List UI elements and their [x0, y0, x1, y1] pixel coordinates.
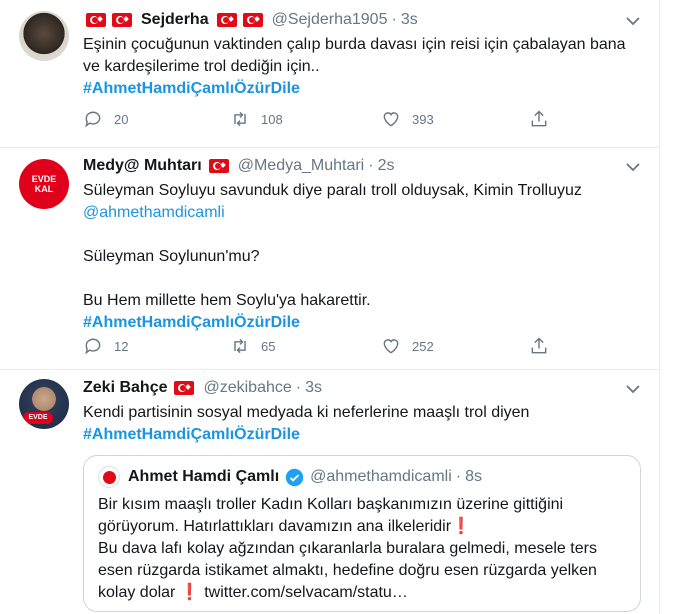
quoted-text-line: Bir kısım maaşlı troller Kadın Kolları b…: [98, 496, 564, 513]
tweet-text: Eşinin çocuğunun vaktinden çalıp burda d…: [83, 36, 631, 75]
tweet-text: Bu Hem millette hem Soylu'ya hakarettir.: [83, 292, 371, 309]
hashtag[interactable]: #AhmetHamdiÇamlıÖzürDile: [83, 312, 645, 334]
tweet-actions: 20 108 393: [83, 108, 553, 130]
tweet[interactable]: Sejderha @Sejderha1905 · 3s Eşinin çocuğ…: [0, 0, 659, 148]
retweet-icon: [234, 111, 246, 127]
quoted-tweet[interactable]: Ahmet Hamdi Çamlı @ahmethamdicamli · 8s …: [83, 455, 641, 612]
turkey-flag-icon: [174, 381, 195, 395]
display-name[interactable]: Medy@ Muhtarı: [83, 157, 202, 175]
turkey-flag-icon: [208, 159, 229, 173]
timestamp[interactable]: 3s: [305, 379, 322, 397]
quoted-text-line: kolay dolar: [98, 584, 176, 601]
quoted-tweet-text: Bir kısım maaşlı troller Kadın Kolları b…: [98, 494, 626, 604]
exclamation-icon: ❗: [179, 584, 200, 601]
reply-button[interactable]: 12: [83, 335, 128, 357]
retweet-count: 65: [261, 338, 276, 354]
timestamp[interactable]: 3s: [401, 11, 418, 29]
reply-count: 12: [114, 338, 129, 354]
reply-count: 20: [114, 111, 129, 127]
turkey-flag-icon: [86, 13, 106, 27]
tweet-header: Sejderha @Sejderha1905 · 3s: [83, 9, 645, 31]
separator-dot: ·: [368, 157, 374, 174]
timeline: Sejderha @Sejderha1905 · 3s Eşinin çocuğ…: [0, 0, 660, 614]
retweet-button[interactable]: 108: [230, 108, 283, 130]
quoted-display-name[interactable]: Ahmet Hamdi Çamlı: [128, 468, 279, 486]
handle[interactable]: @zekibahce: [203, 379, 291, 397]
like-button[interactable]: 393: [381, 108, 434, 130]
like-count: 393: [412, 111, 434, 127]
avatar[interactable]: [19, 11, 69, 61]
retweet-count: 108: [261, 111, 283, 127]
verified-badge-icon: [285, 468, 304, 486]
tweet-text: Kendi partisinin sosyal medyada ki nefer…: [83, 404, 530, 421]
tweet-header: Medy@ Muhtarı @Medya_Muhtari · 2s: [83, 155, 645, 177]
tweet-text: Süleyman Soylunun'mu?: [83, 248, 260, 265]
like-button[interactable]: 252: [381, 335, 434, 357]
handle[interactable]: @Medya_Muhtari: [238, 157, 365, 175]
share-icon: [531, 110, 547, 127]
chevron-down-icon[interactable]: [625, 381, 641, 397]
hashtag[interactable]: #AhmetHamdiÇamlıÖzürDile: [83, 78, 645, 100]
quoted-text-line: esen rüzgarda istikamet almaktı, hedefin…: [98, 562, 597, 579]
separator-dot: ·: [391, 11, 397, 28]
share-icon: [531, 337, 547, 354]
hashtag[interactable]: #AhmetHamdiÇamlıÖzürDile: [83, 424, 645, 446]
heart-icon: [383, 112, 399, 127]
quoted-handle[interactable]: @ahmethamdicamli: [310, 468, 452, 486]
avatar-label: KAL: [34, 184, 54, 194]
heart-icon: [383, 339, 399, 354]
like-count: 252: [412, 338, 434, 354]
quoted-tweet-header: Ahmet Hamdi Çamlı @ahmethamdicamli · 8s: [98, 466, 482, 488]
separator-dot: ·: [455, 468, 462, 485]
tweet-header: Zeki Bahçe @zekibahce · 3s: [83, 377, 645, 399]
retweet-icon: [234, 338, 246, 354]
separator-dot: ·: [295, 379, 302, 396]
avatar-label: EVDE: [23, 412, 53, 424]
reply-icon: [85, 111, 101, 128]
avatar-label: EVDE: [31, 174, 57, 184]
display-name[interactable]: Zeki Bahçe: [83, 379, 167, 397]
quoted-text-line: Bu dava lafı kolay ağzından çıkaranlarla…: [98, 540, 597, 557]
handle[interactable]: @Sejderha1905: [272, 11, 388, 29]
share-button[interactable]: [529, 335, 560, 357]
share-button[interactable]: [529, 108, 560, 130]
chevron-down-icon[interactable]: [625, 13, 641, 29]
chevron-down-icon[interactable]: [625, 159, 641, 175]
retweet-button[interactable]: 65: [230, 335, 275, 357]
tweet-actions: 12 65 252: [83, 335, 553, 357]
avatar[interactable]: EVDE KAL: [19, 159, 69, 209]
exclamation-icon: ❗: [451, 518, 471, 535]
turkey-flag-icon: [112, 13, 132, 27]
quoted-text-line: görüyorum. Hatırlattıkları davamızın ana…: [98, 518, 452, 535]
timestamp[interactable]: 2s: [378, 157, 395, 175]
turkey-flag-icon: [216, 13, 237, 27]
quoted-timestamp[interactable]: 8s: [465, 468, 482, 486]
display-name[interactable]: Sejderha: [141, 11, 209, 29]
turkey-flag-icon: [242, 13, 263, 27]
quoted-avatar[interactable]: [98, 466, 120, 488]
reply-button[interactable]: 20: [83, 108, 128, 130]
quoted-link[interactable]: twitter.com/selvacam/statu…: [204, 584, 408, 601]
tweet-text: Süleyman Soyluyu savunduk diye paralı tr…: [83, 182, 582, 199]
avatar[interactable]: EVDE: [19, 379, 69, 429]
mention-link[interactable]: @ahmethamdicamli: [83, 202, 645, 224]
reply-icon: [85, 338, 101, 355]
